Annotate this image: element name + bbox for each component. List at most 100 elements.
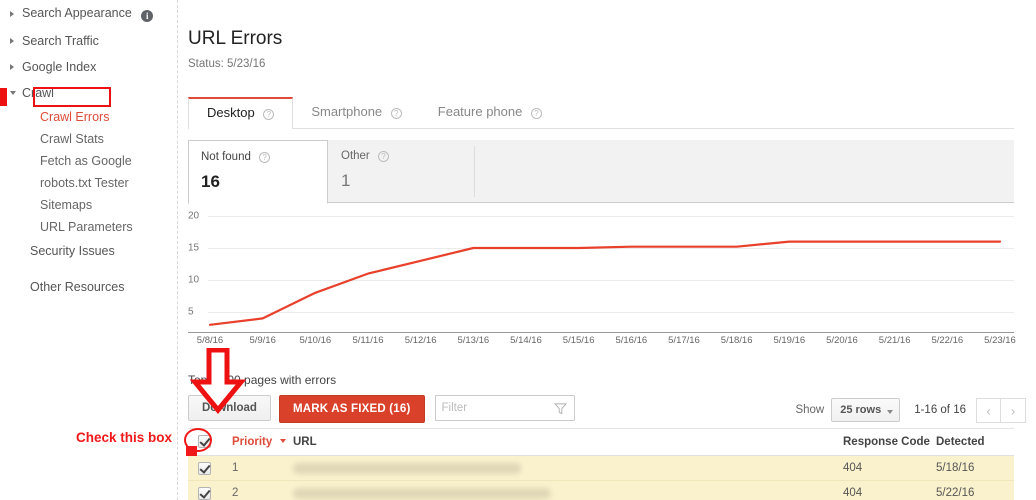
errors-table: Priority URL Response Code Detected 1 40… [188,428,1014,500]
column-header-response-code[interactable]: Response Code [843,436,933,448]
sidebar-item-search-traffic[interactable]: Search Traffic [0,28,177,54]
sidebar-item-other-resources[interactable]: Other Resources [0,274,177,300]
help-icon[interactable]: ? [530,108,542,119]
table-pagination-tools: Show 25 rows 1-16 of 16 ‹ › [795,398,1026,423]
card-label: Not found ? [201,151,327,163]
x-tick-label: 5/21/16 [878,335,911,346]
help-icon[interactable]: ? [390,108,402,119]
filter-input[interactable] [435,396,548,420]
chart-line-svg [208,240,1002,326]
tab-desktop[interactable]: Desktop ? [188,97,294,129]
annotation-red-marker [186,446,197,456]
annotation-check-this-box-text: Check this box [76,430,173,445]
x-tick-label: 5/22/16 [931,335,964,346]
x-tick-label: 5/8/16 [196,335,224,346]
top-pages-label: Top 1,000 pages with errors [188,373,337,387]
info-icon[interactable]: i [141,10,154,22]
caret-down-icon [10,91,16,95]
x-tick-label: 5/17/16 [668,335,700,346]
next-page-button[interactable]: › [1001,398,1026,423]
row-checkbox[interactable] [198,487,211,500]
x-tick-label: 5/23/16 [984,335,1016,346]
help-icon[interactable]: ? [259,152,271,163]
sidebar-item-security-issues[interactable]: Security Issues [0,238,177,264]
x-tick-label: 5/9/16 [249,335,276,346]
card-value: 1 [341,171,351,190]
card-label-text: Other [341,150,370,162]
column-header-url[interactable]: URL [293,436,317,448]
caret-right-icon [10,11,14,17]
page-status: Status: 5/23/16 [188,58,266,70]
sidebar-item-label: Google Index [22,60,97,74]
x-tick-label: 5/16/16 [615,335,648,346]
cell-priority: 2 [232,487,239,499]
table-row[interactable]: 2 404 5/22/16 [188,481,1014,500]
row-checkbox[interactable] [198,462,211,475]
help-icon[interactable]: ? [263,109,275,120]
card-label-text: Not found [201,151,251,163]
tab-label: Desktop [207,105,255,120]
chevron-down-icon [887,410,894,414]
sidebar-item-label: Security Issues [30,244,115,258]
filter-field[interactable] [434,395,575,421]
select-all-checkbox[interactable] [198,435,211,448]
result-range-label: 1-16 of 16 [914,404,966,416]
tab-label: Feature phone [437,104,523,119]
x-tick-label: 5/13/16 [457,335,490,346]
cell-priority: 1 [232,462,239,474]
funnel-icon[interactable] [553,402,567,415]
x-tick-label: 5/20/16 [826,335,858,346]
table-header-row: Priority URL Response Code Detected [188,429,1014,456]
x-tick-label: 5/12/16 [404,335,437,346]
column-header-label: Priority [232,436,273,448]
help-icon[interactable]: ? [377,151,389,162]
page-title: URL Errors [188,28,283,49]
device-tabs: Desktop ? Smartphone ? Feature phone ? [188,97,1014,129]
errors-chart: 20 15 10 5 [188,211,1014,332]
sidebar-item-crawl-errors[interactable]: Crawl Errors [0,106,177,128]
prev-page-button[interactable]: ‹ [976,398,1001,423]
cell-response-code: 404 [843,462,863,474]
cell-url-redacted[interactable] [293,463,521,474]
card-not-found[interactable]: Not found ? 16 [188,140,328,204]
cell-url-redacted[interactable] [293,488,551,499]
chevron-right-icon: › [1010,403,1016,418]
download-button[interactable]: Download [188,395,271,421]
sidebar-item-label: Search Appearance [22,6,132,20]
cell-detected: 5/22/16 [936,487,975,499]
x-tick-label: 5/19/16 [773,335,806,346]
annotation-left-marker [0,88,7,106]
sidebar: Search Appearance i Search Traffic Googl… [0,0,178,500]
sidebar-item-sitemaps[interactable]: Sitemaps [0,194,177,216]
sidebar-item-google-index[interactable]: Google Index [0,54,177,80]
x-tick-label: 5/10/16 [299,335,332,346]
error-category-cards: Not found ? 16 Other ? 1 [188,140,1014,204]
sidebar-item-fetch-as-google[interactable]: Fetch as Google [0,150,177,172]
caret-right-icon [10,38,14,44]
caret-right-icon [10,64,14,70]
sidebar-item-crawl-stats[interactable]: Crawl Stats [0,128,177,150]
table-row[interactable]: 1 404 5/18/16 [188,456,1014,481]
chart-x-axis [188,332,1014,333]
chart-x-labels: 5/8/16 5/9/16 5/10/16 5/11/16 5/12/16 5/13/16… [188,335,1016,351]
x-tick-label: 5/14/16 [510,335,542,346]
rows-per-page-select[interactable]: 25 rows [831,398,901,422]
x-tick-label: 5/18/16 [720,335,753,346]
sort-descending-icon [280,439,287,443]
tab-feature-phone[interactable]: Feature phone ? [420,97,560,127]
sidebar-item-search-appearance[interactable]: Search Appearance i [0,0,177,28]
card-other[interactable]: Other ? 1 [329,140,474,203]
column-header-priority[interactable]: Priority [232,436,287,448]
column-header-detected[interactable]: Detected [936,436,985,448]
sidebar-item-label: Crawl [22,86,54,100]
table-toolbar: Download MARK AS FIXED (16) [188,395,575,423]
chevron-left-icon: ‹ [986,403,991,418]
sidebar-item-crawl[interactable]: Crawl [0,80,177,106]
sidebar-item-url-parameters[interactable]: URL Parameters [0,216,177,238]
rows-per-page-value: 25 rows [840,404,882,416]
x-tick-label: 5/11/16 [352,335,384,346]
sidebar-item-robots-txt-tester[interactable]: robots.txt Tester [0,172,177,194]
mark-as-fixed-button[interactable]: MARK AS FIXED (16) [278,395,425,423]
tab-smartphone[interactable]: Smartphone ? [293,97,419,127]
